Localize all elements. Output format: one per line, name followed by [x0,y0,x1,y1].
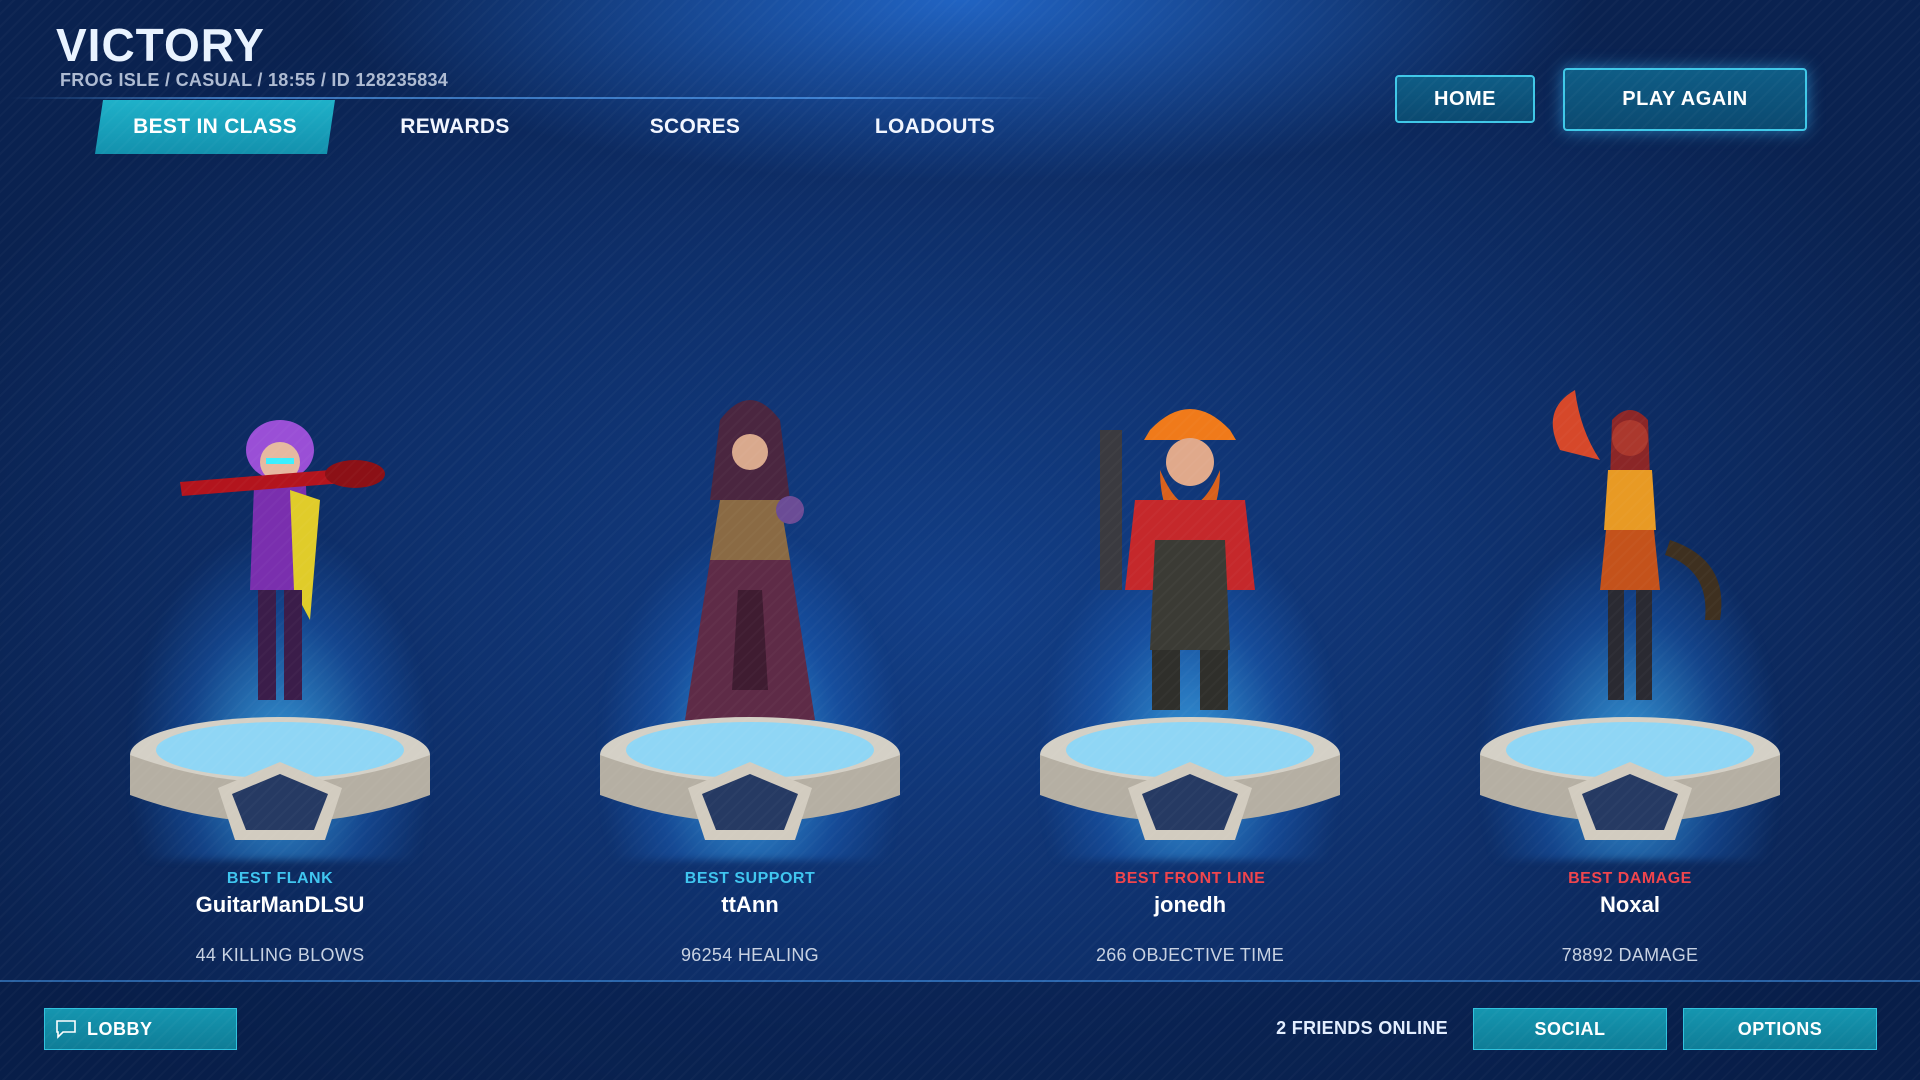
tab-loadouts[interactable]: LOADOUTS [815,100,1055,154]
champion-figure-damage [1552,390,1722,700]
player-stat: 44 KILLING BLOWS [195,945,365,965]
lobby-label: LOBBY [87,1018,153,1039]
tab-bar: BEST IN CLASS REWARDS SCORES LOADOUTS [95,100,1055,154]
champion-card-flank: BEST FLANK GuitarManDLSU 44 KILLING BLOW… [90,380,470,980]
player-stat: 78892 DAMAGE [1561,945,1699,965]
header-divider [10,97,1050,99]
award-title: BEST FRONT LINE [1114,870,1266,887]
pedestal [1040,717,1340,840]
champion-card-damage: BEST DAMAGE Noxal 78892 DAMAGE [1440,380,1820,980]
options-button[interactable]: OPTIONS [1683,1008,1877,1050]
player-stat: 266 OBJECTIVE TIME [1095,945,1285,965]
player-name: GuitarManDLSU [195,892,365,917]
home-button[interactable]: HOME [1395,75,1535,123]
champion-figure-flank [180,420,385,700]
play-again-button[interactable]: PLAY AGAIN [1563,68,1807,131]
champion-card-support: BEST SUPPORT ttAnn 96254 HEALING [560,380,940,980]
pedestal [1480,717,1780,840]
pedestal [600,717,900,840]
match-info: FROG ISLE / CASUAL / 18:55 / ID 12823583… [60,70,449,90]
tab-best-in-class[interactable]: BEST IN CLASS [95,100,335,154]
chat-bubble-icon [56,1020,76,1039]
champion-figure-front-line [1100,409,1255,710]
social-button[interactable]: SOCIAL [1473,1008,1667,1050]
champion-card-front-line: BEST FRONT LINE jonedh 266 OBJECTIVE TIM… [1000,380,1380,980]
award-title: BEST FLANK [226,870,334,887]
friends-online-count[interactable]: 2 FRIENDS ONLINE [1230,1018,1448,1039]
champion-figure-support [685,400,815,720]
page-title: VICTORY [56,19,265,71]
pedestal [130,717,430,840]
player-name: jonedh [1153,892,1227,917]
award-title: BEST SUPPORT [684,870,816,887]
tab-scores[interactable]: SCORES [575,100,815,154]
lobby-button[interactable]: LOBBY [44,1008,237,1050]
player-name: ttAnn [721,892,779,917]
player-name: Noxal [1600,892,1660,917]
player-stat: 96254 HEALING [681,945,819,965]
award-title: BEST DAMAGE [1568,870,1692,887]
tab-rewards[interactable]: REWARDS [335,100,575,154]
